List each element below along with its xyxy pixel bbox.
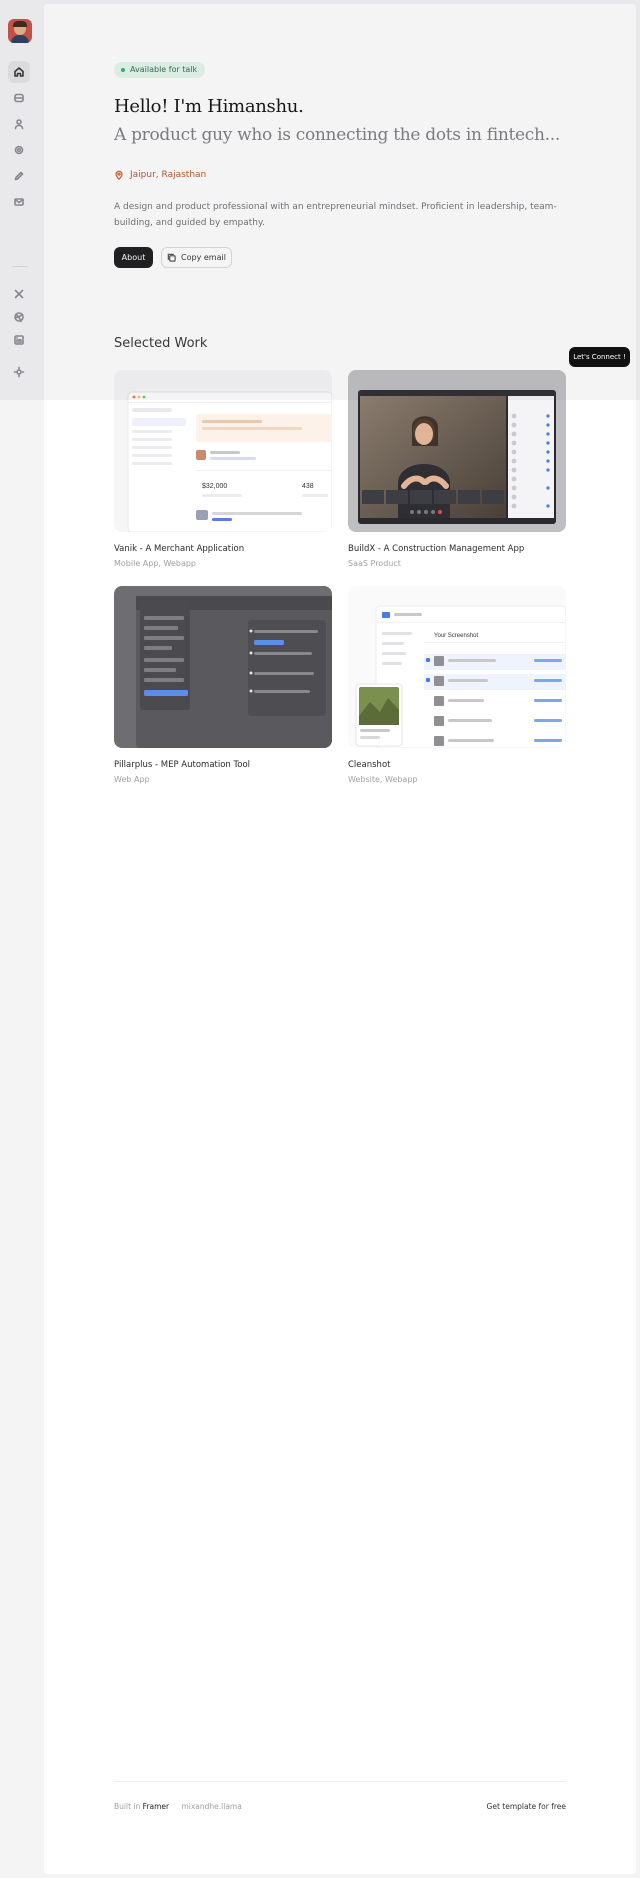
copy-email-button[interactable]: Copy email	[161, 247, 232, 268]
project-card-cleanshot[interactable]: Your Screenshot	[348, 586, 566, 748]
footer-built-prefix: Built in	[114, 1802, 141, 1811]
dribbble-icon[interactable]	[8, 306, 30, 328]
pencil-icon[interactable]	[8, 165, 30, 187]
mail-icon[interactable]	[8, 191, 30, 213]
footer-credit: Built in Framer mixandhe.llama	[114, 1802, 242, 1811]
project-card-buildx[interactable]	[348, 370, 566, 532]
pillarplus-preview-image	[136, 596, 332, 748]
hero-title: Hello! I'm Himanshu.	[114, 96, 304, 117]
main-content	[44, 4, 636, 1874]
vanik-count: 438	[302, 483, 314, 490]
get-template-link[interactable]: Get template for free	[487, 1802, 566, 1811]
footer-framer-link[interactable]: Framer	[143, 1802, 169, 1811]
user-icon[interactable]	[8, 113, 30, 135]
location-label: Jaipur, Rajasthan	[130, 170, 207, 180]
home-icon[interactable]	[8, 61, 30, 83]
footer-divider	[114, 1781, 566, 1782]
cleanshot-heading: Your Screenshot	[434, 633, 478, 639]
theme-toggle-icon[interactable]	[8, 361, 30, 383]
project-title-pillarplus[interactable]: Pillarplus - MEP Automation Tool	[114, 760, 250, 770]
lets-connect-button[interactable]: Let's Connect !	[569, 347, 630, 367]
footer-author-credit[interactable]: mixandhe.llama	[181, 1802, 241, 1811]
project-card-vanik[interactable]: $32,000 438	[114, 370, 332, 532]
project-subtitle-pillarplus: Web App	[114, 775, 150, 784]
sidebar	[0, 0, 38, 1878]
selected-work-title: Selected Work	[114, 336, 208, 351]
hero-subtitle: A product guy who is connecting the dots…	[114, 125, 560, 145]
cleanshot-preview-image: Your Screenshot	[355, 605, 566, 748]
project-title-vanik[interactable]: Vanik - A Merchant Application	[114, 544, 244, 554]
avatar[interactable]	[8, 19, 32, 43]
vanik-preview-image: $32,000 438	[127, 391, 332, 532]
copy-email-label: Copy email	[181, 253, 226, 262]
project-subtitle-vanik: Mobile App, Webapp	[114, 559, 196, 568]
about-button[interactable]: About	[114, 247, 153, 268]
sidebar-divider	[12, 266, 28, 267]
vanik-amount: $32,000	[202, 483, 227, 490]
project-subtitle-cleanshot: Website, Webapp	[348, 775, 418, 784]
project-subtitle-buildx: SaaS Product	[348, 559, 401, 568]
buildx-preview-image	[358, 390, 556, 524]
location: Jaipur, Rajasthan	[114, 168, 206, 182]
globe-icon[interactable]	[8, 139, 30, 161]
linkedin-icon[interactable]	[8, 329, 30, 351]
x-twitter-icon[interactable]	[8, 283, 30, 305]
project-title-cleanshot[interactable]: Cleanshot	[348, 760, 390, 770]
project-card-pillarplus[interactable]	[114, 586, 332, 748]
project-title-buildx[interactable]: BuildX - A Construction Management App	[348, 544, 524, 554]
availability-badge: Available for talk	[114, 62, 206, 78]
hero-description: A design and product professional with a…	[114, 202, 557, 228]
location-pin-icon	[115, 170, 123, 180]
projects-icon[interactable]	[8, 87, 30, 109]
copy-icon	[167, 253, 176, 262]
